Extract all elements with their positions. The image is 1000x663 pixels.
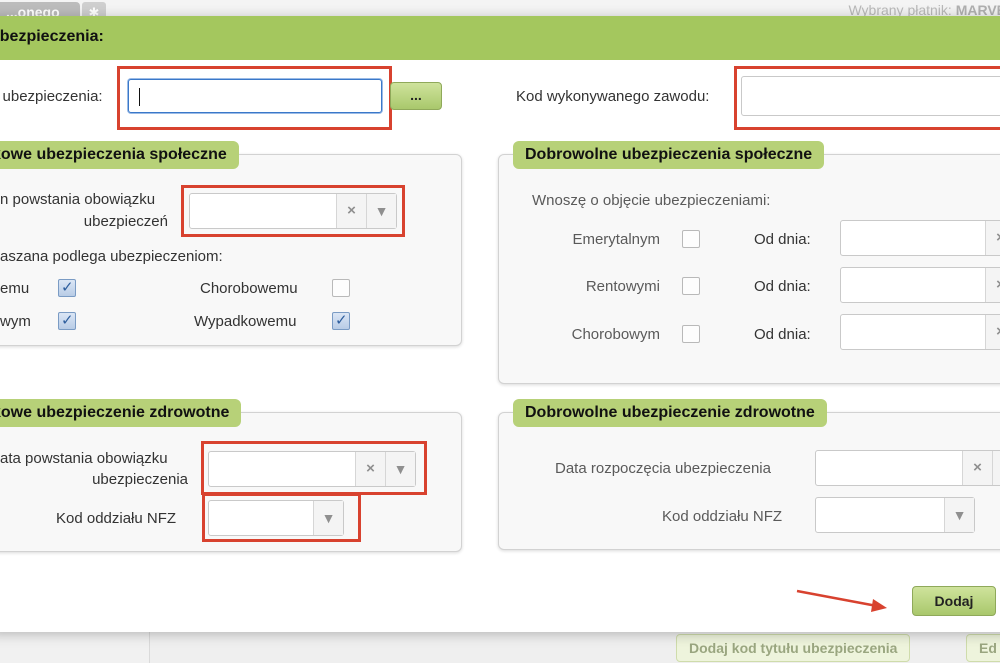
voluntary-pension-date-label: Od dnia: (754, 231, 811, 248)
edit-button[interactable]: Ed (966, 634, 1000, 662)
mandatory-social-date-label-1: n powstania obowiązku (0, 191, 156, 208)
chevron-down-icon[interactable]: ▼ (366, 194, 396, 228)
voluntary-disability-date-label: Od dnia: (754, 278, 811, 295)
voluntary-health-start-date-picker[interactable]: × ▼ (815, 450, 1000, 486)
mandatory-health-date-picker[interactable]: × ▼ (208, 451, 416, 487)
clear-icon[interactable]: × (985, 268, 1000, 302)
text-caret (139, 88, 140, 106)
voluntary-pension-checkbox[interactable] (682, 230, 700, 248)
mandatory-health-date-label-2: ubezpieczenia (92, 471, 188, 488)
voluntary-sickness-label: Chorobowym (571, 326, 660, 343)
voluntary-pension-label: Emerytalnym (572, 231, 660, 248)
accident-checkbox[interactable] (332, 311, 350, 330)
voluntary-sickness-date-picker[interactable]: × (840, 314, 1000, 350)
checkbox-label-sickness: Chorobowemu (200, 280, 298, 297)
mandatory-social-date-picker[interactable]: × ▼ (189, 193, 397, 229)
chevron-down-icon[interactable]: ▼ (313, 501, 343, 535)
annotation-arrow-icon (796, 589, 887, 612)
clear-icon[interactable]: × (336, 194, 366, 228)
add-button[interactable]: Dodaj (912, 586, 996, 616)
voluntary-disability-label: Rentowymi (585, 278, 660, 295)
chevron-down-icon[interactable]: ▼ (385, 452, 415, 486)
voluntary-disability-date-picker[interactable]: × (840, 267, 1000, 303)
voluntary-health-nfz-select[interactable]: ▼ (815, 497, 975, 533)
dialog-header: ubezpieczenia: (0, 16, 1000, 60)
clear-icon[interactable]: × (985, 315, 1000, 349)
voluntary-health-nfz-label: Kod oddziału NFZ (662, 508, 783, 525)
checkbox-label-pension: emu (0, 280, 30, 297)
insurance-code-label: n ubezpieczenia: (0, 88, 103, 105)
dialog-title: ubezpieczenia: (0, 28, 104, 45)
occupation-code-label: Kod wykonywanego zawodu: (516, 88, 710, 105)
add-insurance-title-code-button[interactable]: Dodaj kod tytułu ubezpieczenia (676, 634, 911, 662)
sickness-checkbox[interactable] (332, 279, 350, 297)
insurance-dialog: ubezpieczenia: n ubezpieczenia: ... Kod … (0, 16, 1000, 632)
voluntary-social-intro: Wnoszę o objęcie ubezpieczeniami: (532, 192, 771, 209)
mandatory-social-legend: kowe ubezpieczenia społeczne (0, 141, 239, 169)
voluntary-health-legend: Dobrowolne ubezpieczenie zdrowotne (513, 399, 827, 427)
voluntary-sickness-checkbox[interactable] (682, 325, 700, 343)
disability-checkbox[interactable] (58, 311, 76, 330)
mandatory-social-date-label-2: ubezpieczeń (83, 213, 168, 230)
pension-checkbox[interactable] (58, 278, 76, 297)
voluntary-sickness-date-label: Od dnia: (754, 326, 811, 343)
mandatory-social-subject-text: aszana podlega ubezpieczeniom: (0, 248, 223, 265)
checkbox-label-disability: wym (0, 313, 31, 330)
clear-icon[interactable]: × (962, 451, 992, 485)
browse-insurance-code-button[interactable]: ... (390, 82, 442, 110)
voluntary-pension-date-picker[interactable]: × (840, 220, 1000, 256)
chevron-down-icon[interactable]: ▼ (992, 451, 1000, 485)
clear-icon[interactable]: × (355, 452, 385, 486)
checkbox-label-accident: Wypadkowemu (194, 313, 297, 330)
voluntary-health-start-label: Data rozpoczęcia ubezpieczenia (555, 460, 771, 477)
voluntary-disability-checkbox[interactable] (682, 277, 700, 295)
voluntary-social-legend: Dobrowolne ubezpieczenia społeczne (513, 141, 825, 169)
mandatory-health-nfz-label: Kod oddziału NFZ (56, 510, 177, 527)
mandatory-health-date-label-1: ata powstania obowiązku (0, 450, 168, 467)
clear-icon[interactable]: × (985, 221, 1000, 255)
occupation-code-input[interactable] (741, 76, 1000, 116)
chevron-down-icon[interactable]: ▼ (944, 498, 974, 532)
insurance-code-input[interactable] (128, 79, 382, 113)
mandatory-health-nfz-select[interactable]: ▼ (208, 500, 344, 536)
mandatory-health-legend: kowe ubezpieczenie zdrowotne (0, 399, 242, 427)
